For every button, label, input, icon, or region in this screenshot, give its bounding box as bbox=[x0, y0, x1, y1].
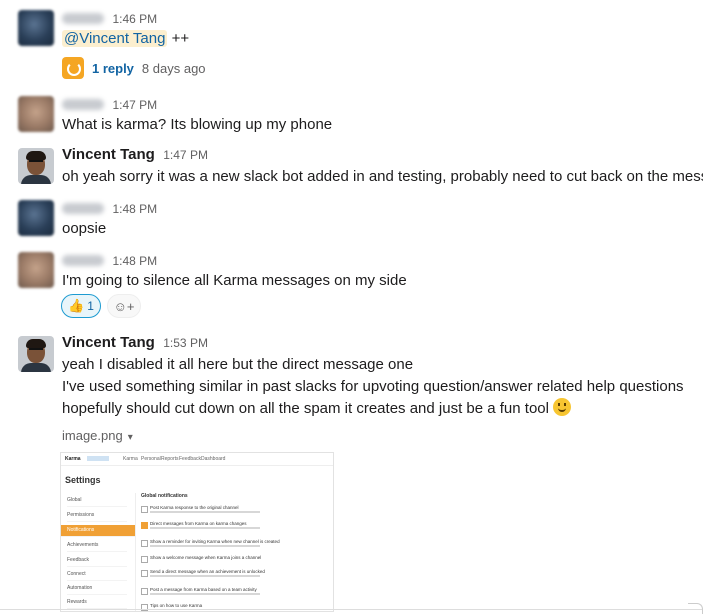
message-line: hopefully should cut down on all the spa… bbox=[62, 398, 571, 420]
user-avatar[interactable] bbox=[18, 96, 54, 132]
message-line: yeah I disabled it all here but the dire… bbox=[62, 356, 414, 373]
message: 1:47 PM What is karma? Its blowing up my… bbox=[0, 94, 703, 140]
last-reply-time: 8 days ago bbox=[141, 60, 206, 76]
message-line: I've used something similar in past slac… bbox=[62, 378, 684, 395]
user-mention[interactable]: @Vincent Tang bbox=[62, 30, 168, 47]
reply-count-link[interactable]: 1 reply bbox=[92, 61, 134, 76]
timestamp[interactable]: 1:47 PM bbox=[112, 98, 157, 112]
attachment-name[interactable]: image.png ▾ bbox=[62, 428, 133, 443]
author-name-blurred[interactable] bbox=[62, 13, 104, 25]
author-name[interactable]: Vincent Tang bbox=[62, 146, 155, 163]
preview-logo: Karma bbox=[65, 456, 81, 462]
user-avatar[interactable] bbox=[18, 148, 54, 184]
message: 1:48 PM oopsie bbox=[0, 198, 703, 244]
timestamp[interactable]: 1:48 PM bbox=[112, 202, 157, 216]
preview-nav-link: Personal bbox=[141, 456, 161, 462]
preview-nav-link: Reports bbox=[161, 456, 179, 462]
add-reaction-button[interactable]: ☺+ bbox=[107, 294, 141, 318]
preview-nav-link: Karma bbox=[123, 456, 138, 462]
message-body: ++ bbox=[167, 30, 190, 47]
reaction-count: 1 bbox=[87, 299, 94, 313]
message: 1:46 PM @Vincent Tang ++ 1 reply 8 days … bbox=[0, 8, 703, 84]
timestamp[interactable]: 1:47 PM bbox=[163, 148, 208, 162]
user-avatar[interactable] bbox=[18, 10, 54, 46]
message: 1:48 PM I'm going to silence all Karma m… bbox=[0, 250, 703, 324]
message-header: 1:48 PM bbox=[62, 200, 157, 218]
thumbs-up-icon: 👍 bbox=[68, 298, 85, 313]
message-header: 1:46 PM bbox=[62, 10, 157, 28]
message-text: oopsie bbox=[62, 220, 107, 237]
preview-topbar: Karma Karma Personal Reports Feedback Da… bbox=[61, 453, 333, 466]
message-header: Vincent Tang 1:47 PM bbox=[62, 146, 208, 164]
preview-title: Settings bbox=[65, 475, 101, 485]
timestamp[interactable]: 1:48 PM bbox=[112, 254, 157, 268]
author-name-blurred[interactable] bbox=[62, 99, 104, 111]
timestamp[interactable]: 1:53 PM bbox=[163, 336, 208, 350]
preview-nav-link: Dashboard bbox=[201, 456, 226, 462]
author-name-blurred[interactable] bbox=[62, 203, 104, 215]
timestamp[interactable]: 1:46 PM bbox=[112, 12, 157, 26]
user-avatar[interactable] bbox=[18, 336, 54, 372]
composer-edge bbox=[0, 609, 703, 610]
add-emoji-icon: ☺+ bbox=[113, 298, 135, 314]
karma-bot-avatar bbox=[62, 57, 84, 79]
image-preview[interactable]: Karma Karma Personal Reports Feedback Da… bbox=[60, 452, 334, 612]
message-header: Vincent Tang 1:53 PM bbox=[62, 334, 208, 352]
preview-nav-link: Feedback bbox=[179, 456, 201, 462]
message-header: 1:48 PM bbox=[62, 252, 157, 270]
author-name[interactable]: Vincent Tang bbox=[62, 334, 155, 351]
message-text: I'm going to silence all Karma messages … bbox=[62, 272, 407, 289]
message-header: 1:47 PM bbox=[62, 96, 157, 114]
reaction-thumbs-up[interactable]: 👍 1 bbox=[61, 294, 101, 318]
slightly-smiling-face-icon bbox=[552, 398, 571, 416]
user-avatar[interactable] bbox=[18, 200, 54, 236]
message: Vincent Tang 1:47 PM oh yeah sorry it wa… bbox=[0, 146, 703, 192]
author-name-blurred[interactable] bbox=[62, 255, 104, 267]
composer-corner bbox=[688, 603, 703, 614]
message-text: oh yeah sorry it was a new slack bot add… bbox=[62, 168, 703, 185]
message-text: What is karma? Its blowing up my phone bbox=[62, 116, 333, 133]
thread-summary[interactable]: 1 reply 8 days ago bbox=[62, 56, 206, 80]
user-avatar[interactable] bbox=[18, 252, 54, 288]
chevron-down-icon[interactable]: ▾ bbox=[128, 432, 133, 443]
message-text: @Vincent Tang ++ bbox=[62, 28, 189, 50]
